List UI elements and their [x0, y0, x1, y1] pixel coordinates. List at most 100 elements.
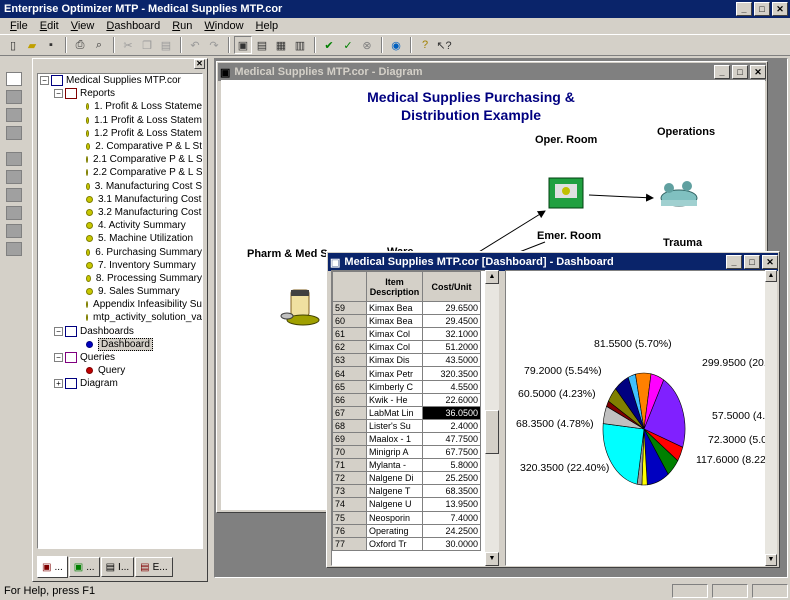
item-cell[interactable]: Kimax Col	[366, 327, 423, 342]
new-icon[interactable]: ▯	[4, 36, 22, 54]
maximize-button[interactable]: □	[754, 2, 770, 16]
tree-item-report[interactable]: 2.2 Comparative P & L S	[38, 166, 202, 179]
item-cell[interactable]: Nalgene U	[366, 497, 423, 512]
item-cell[interactable]: Kwik - He	[366, 392, 423, 407]
tree-node-reports[interactable]: − Reports	[38, 87, 202, 100]
chart-scroll-up-button[interactable]: ▲	[765, 270, 777, 282]
save-icon[interactable]: ▪	[42, 36, 60, 54]
truck-tool-icon[interactable]	[6, 152, 22, 166]
dashboard-close-button[interactable]: ✕	[762, 255, 778, 269]
diagram-maximize-button[interactable]: □	[732, 65, 748, 79]
link-tool-icon[interactable]	[6, 188, 22, 202]
tree-item-report[interactable]: 1.1 Profit & Loss Statem	[38, 114, 202, 127]
column-header-cost[interactable]: Cost/Unit	[422, 271, 481, 302]
table-row[interactable]: 71 Mylanta -5.8000	[332, 458, 481, 473]
tree-item-report[interactable]: 7. Inventory Summary	[38, 259, 202, 272]
redo-icon[interactable]: ↷	[205, 36, 223, 54]
cost-cell[interactable]: 29.6500	[422, 300, 481, 316]
run-step-icon[interactable]: ✓	[339, 36, 357, 54]
diagram-close-button[interactable]: ✕	[750, 65, 766, 79]
row-number[interactable]: 65	[332, 379, 367, 394]
table-row[interactable]: 72 Nalgene Di 25.2500	[332, 471, 481, 486]
chart-scrollbar[interactable]: ▲ ▼	[765, 270, 777, 566]
minimize-button[interactable]: _	[736, 2, 752, 16]
cost-cell[interactable]: 68.3500	[422, 484, 481, 499]
table-row[interactable]: 77 Oxford Tr 30.0000	[332, 536, 481, 551]
cost-grid[interactable]: Item Description Cost/Unit 59 Kimax Bea 29…	[331, 270, 499, 566]
cost-cell[interactable]: 51.2000	[422, 340, 481, 355]
undo-icon[interactable]: ↶	[186, 36, 204, 54]
row-number[interactable]: 64	[332, 366, 367, 381]
cost-cell[interactable]: 29.4500	[422, 314, 481, 329]
menu-dashboard[interactable]: Dashboard	[100, 20, 166, 32]
table-row[interactable]: 66 Kwik - He 22.6000	[332, 392, 481, 407]
pane-close-button[interactable]: ✕	[194, 59, 205, 69]
help-icon[interactable]: ?	[416, 36, 434, 54]
table-row[interactable]: 75 Neosporin 7.4000	[332, 510, 481, 525]
table-row[interactable]: 64 Kimax Petr 320.3500	[332, 366, 481, 381]
store-tool-icon[interactable]	[6, 242, 22, 256]
tree-item-report[interactable]: 4. Activity Summary	[38, 219, 202, 232]
cost-cell[interactable]: 7.4000	[422, 510, 481, 525]
link-tool-icon[interactable]	[6, 206, 22, 220]
tree-item-report[interactable]: 3.2 Manufacturing Cost	[38, 206, 202, 219]
table-view-icon[interactable]: ▦	[272, 36, 290, 54]
item-cell[interactable]: Kimax Bea	[366, 314, 423, 329]
tree-node-diagram[interactable]: + Diagram	[38, 377, 202, 390]
grid-scrollbar[interactable]: ▲ ▼	[485, 270, 499, 566]
table-row[interactable]: 68 Lister's Su 2.4000	[332, 418, 481, 433]
menu-window[interactable]: Window	[198, 20, 249, 32]
item-cell[interactable]: Kimax Petr	[366, 366, 423, 381]
tab-items[interactable]: ▤ I...	[100, 557, 135, 577]
table-row[interactable]: 70 Minigrip A 67.7500	[332, 445, 481, 460]
cost-cell[interactable]: 13.9500	[422, 497, 481, 512]
cost-cell[interactable]: 4.5500	[422, 379, 481, 394]
table-row[interactable]: 63 Kimax Dis 43.5000	[332, 353, 481, 368]
cost-cell[interactable]: 320.3500	[422, 366, 481, 381]
item-cell[interactable]: Lister's Su	[366, 418, 423, 433]
row-number[interactable]: 67	[332, 405, 367, 420]
cost-cell[interactable]: 30.0000	[422, 536, 481, 551]
tree-node-queries[interactable]: − Queries	[38, 351, 202, 364]
tree-node-dashboards[interactable]: − Dashboards	[38, 325, 202, 338]
cost-cell[interactable]: 5.8000	[422, 458, 481, 473]
item-cell[interactable]: Maalox - 1	[366, 431, 423, 447]
node-tool-icon[interactable]	[6, 126, 22, 140]
table-row[interactable]: 65 Kimberly C 4.5500	[332, 379, 481, 394]
table-row[interactable]: 69 Maalox - 1 47.7500	[332, 431, 481, 447]
tab-project[interactable]: ▣...	[37, 556, 68, 578]
item-cell[interactable]: Neosporin	[366, 510, 423, 525]
item-cell[interactable]: Nalgene Di	[366, 471, 423, 486]
scroll-down-button[interactable]: ▼	[485, 552, 499, 566]
table-row[interactable]: 67 LabMat Lin 36.0500	[332, 405, 481, 420]
dollar-tool-icon[interactable]	[6, 224, 22, 238]
cost-cell[interactable]: 36.0500	[422, 405, 481, 420]
tree-item-report[interactable]: 2.1 Comparative P & L S	[38, 153, 202, 166]
dashboard-maximize-button[interactable]: □	[744, 255, 760, 269]
run-icon[interactable]: ✔	[320, 36, 338, 54]
row-number[interactable]: 69	[332, 431, 367, 447]
diagram-minimize-button[interactable]: _	[714, 65, 730, 79]
print-icon[interactable]: ⎙	[71, 36, 89, 54]
cost-cell[interactable]: 25.2500	[422, 471, 481, 486]
row-number[interactable]: 61	[332, 327, 367, 342]
tree-item-report[interactable]: 1. Profit & Loss Stateme	[38, 100, 202, 113]
dashboard-minimize-button[interactable]: _	[726, 255, 742, 269]
tree-item-query[interactable]: Query	[38, 364, 202, 377]
expand-toggle-icon[interactable]: +	[54, 379, 63, 389]
table-row[interactable]: 74 Nalgene U 13.9500	[332, 497, 481, 512]
row-number[interactable]: 63	[332, 353, 367, 368]
tree-item-report[interactable]: 3.1 Manufacturing Cost	[38, 193, 202, 206]
cost-cell[interactable]: 43.5000	[422, 353, 481, 368]
node-tool-icon[interactable]	[6, 90, 22, 104]
table-row[interactable]: 73 Nalgene T 68.3500	[332, 484, 481, 499]
tree-item-report[interactable]: 9. Sales Summary	[38, 285, 202, 298]
tree-item-report[interactable]: 2. Comparative P & L St	[38, 140, 202, 153]
row-number[interactable]: 59	[332, 300, 367, 316]
tree-item-report[interactable]: 6. Purchasing Summary	[38, 245, 202, 258]
item-cell[interactable]: Kimax Col	[366, 340, 423, 355]
row-number[interactable]: 75	[332, 510, 367, 525]
column-header-item[interactable]: Item Description	[366, 271, 423, 302]
report-view-icon[interactable]: ▤	[253, 36, 271, 54]
item-cell[interactable]: Kimax Bea	[366, 300, 423, 316]
